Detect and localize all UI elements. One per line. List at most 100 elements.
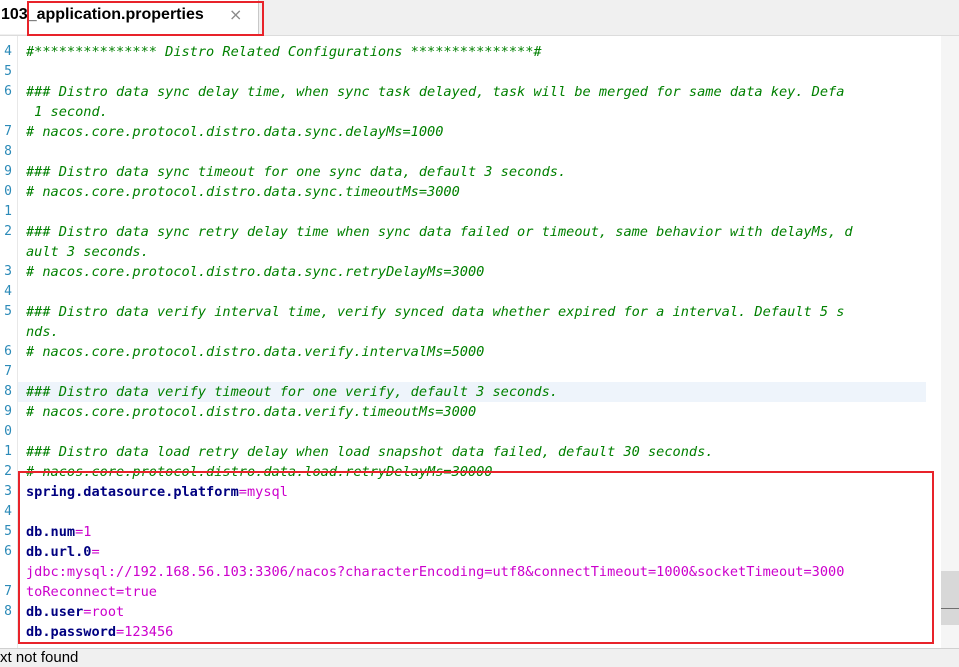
code-token: ### Distro data verify timeout for one v…: [26, 384, 558, 400]
line-number: 0: [4, 424, 12, 439]
code-line[interactable]: # nacos.core.protocol.distro.data.verify…: [18, 402, 926, 422]
code-token: # nacos.core.protocol.distro.data.verify…: [26, 404, 477, 420]
code-token: spring.datasource.platform: [26, 484, 239, 500]
code-line[interactable]: ### Distro data verify interval time, ve…: [18, 302, 926, 322]
code-line[interactable]: db.num=1: [18, 522, 926, 542]
code-line-text: spring.datasource.platform=mysql: [26, 482, 288, 502]
line-number: 2: [4, 464, 12, 479]
code-line[interactable]: ault 3 seconds.: [18, 242, 926, 262]
code-line[interactable]: # nacos.core.protocol.distro.data.load.r…: [18, 462, 926, 482]
code-token: ### Distro data load retry delay when lo…: [26, 444, 714, 460]
code-line-text: 1 second.: [26, 102, 108, 122]
code-line[interactable]: [18, 422, 926, 442]
code-line[interactable]: ### Distro data sync timeout for one syn…: [18, 162, 926, 182]
code-line[interactable]: spring.datasource.platform=mysql: [18, 482, 926, 502]
line-number: 4: [4, 284, 12, 299]
line-number: 2: [4, 224, 12, 239]
code-token: =: [91, 544, 100, 560]
code-line[interactable]: ### Distro data load retry delay when lo…: [18, 442, 926, 462]
code-line-text: jdbc:mysql://192.168.56.103:3306/nacos?c…: [26, 562, 844, 582]
code-token: nds.: [26, 324, 59, 340]
code-line[interactable]: jdbc:mysql://192.168.56.103:3306/nacos?c…: [18, 562, 926, 582]
line-number: [0, 102, 12, 122]
code-line[interactable]: [18, 282, 926, 302]
code-line[interactable]: [18, 142, 926, 162]
code-line-text: toReconnect=true: [26, 582, 157, 602]
code-token: ### Distro data sync retry delay time wh…: [26, 224, 853, 240]
code-token: db.password: [26, 624, 117, 640]
line-number: 3: [4, 484, 12, 499]
scroll-thumb[interactable]: [941, 571, 959, 625]
tab-bar: 103_application.properties ×: [0, 0, 959, 36]
code-line-text: # nacos.core.protocol.distro.data.verify…: [26, 402, 476, 422]
code-line[interactable]: toReconnect=true: [18, 582, 926, 602]
code-line[interactable]: db.user=root: [18, 602, 926, 622]
code-token: 1 second.: [26, 104, 108, 120]
code-line[interactable]: # nacos.core.protocol.distro.data.sync.r…: [18, 262, 926, 282]
code-line[interactable]: 1 second.: [18, 102, 926, 122]
code-token: ### Distro data sync delay time, when sy…: [26, 84, 845, 100]
line-number: 5: [4, 64, 12, 79]
editor[interactable]: 4567890123456789012345678 #*************…: [0, 36, 959, 648]
code-line[interactable]: [18, 62, 926, 82]
code-line[interactable]: # nacos.core.protocol.distro.data.sync.t…: [18, 182, 926, 202]
code-token: ### Distro data sync timeout for one syn…: [26, 164, 567, 180]
code-line[interactable]: # nacos.core.protocol.distro.data.sync.d…: [18, 122, 926, 142]
code-line[interactable]: #*************** Distro Related Configur…: [18, 42, 926, 62]
code-token: root: [91, 604, 125, 620]
line-number: 0: [4, 184, 12, 199]
code-line[interactable]: [18, 202, 926, 222]
code-token: db.num: [26, 524, 76, 540]
code-line[interactable]: [18, 362, 926, 382]
code-line-text: # nacos.core.protocol.distro.data.sync.t…: [26, 182, 460, 202]
line-number: 4: [4, 504, 12, 519]
line-number: 1: [4, 204, 12, 219]
line-number: 8: [4, 384, 12, 399]
line-number: [0, 322, 12, 342]
line-number: 8: [4, 144, 12, 159]
code-token: 123456: [124, 624, 174, 640]
code-line-text: # nacos.core.protocol.distro.data.load.r…: [26, 462, 493, 482]
code-line-text: ### Distro data verify timeout for one v…: [26, 382, 558, 402]
code-line[interactable]: db.url.0=: [18, 542, 926, 562]
line-number: 1: [4, 444, 12, 459]
code-line-text: # nacos.core.protocol.distro.data.sync.d…: [26, 122, 443, 142]
line-number: 6: [4, 84, 12, 99]
code-token: # nacos.core.protocol.distro.data.sync.t…: [26, 184, 460, 200]
code-line-text: ### Distro data load retry delay when lo…: [26, 442, 713, 462]
code-line[interactable]: db.password=123456: [18, 622, 926, 642]
text-area[interactable]: #*************** Distro Related Configur…: [17, 36, 943, 648]
code-line-text: db.password=123456: [26, 622, 173, 642]
code-line[interactable]: # nacos.core.protocol.distro.data.verify…: [18, 342, 926, 362]
line-number: 6: [4, 344, 12, 359]
code-token: toReconnect=true: [26, 584, 157, 600]
code-token: # nacos.core.protocol.distro.data.load.r…: [26, 464, 493, 480]
code-token: # nacos.core.protocol.distro.data.verify…: [26, 344, 485, 360]
code-line[interactable]: ### Distro data verify timeout for one v…: [18, 382, 926, 402]
code-token: db.url.0: [26, 544, 92, 560]
code-token: # nacos.core.protocol.distro.data.sync.d…: [26, 124, 444, 140]
code-token: ault 3 seconds.: [26, 244, 149, 260]
code-line[interactable]: ### Distro data sync delay time, when sy…: [18, 82, 926, 102]
scroll-marker: [941, 608, 959, 609]
code-line-text: ### Distro data sync retry delay time wh…: [26, 222, 853, 242]
line-number: 7: [4, 124, 12, 139]
line-number: 4: [4, 44, 12, 59]
close-icon[interactable]: ×: [229, 5, 242, 24]
code-line-text: ### Distro data sync delay time, when sy…: [26, 82, 844, 102]
line-number: 7: [4, 364, 12, 379]
code-line[interactable]: ### Distro data sync retry delay time wh…: [18, 222, 926, 242]
line-number: 7: [4, 584, 12, 599]
tab-application-properties[interactable]: 103_application.properties ×: [0, 0, 259, 34]
code-line[interactable]: [18, 502, 926, 522]
vertical-scrollbar[interactable]: [941, 36, 959, 648]
status-message: xt not found: [0, 649, 79, 666]
code-token: =: [238, 484, 247, 500]
code-line[interactable]: nds.: [18, 322, 926, 342]
code-line-text: ### Distro data sync timeout for one syn…: [26, 162, 566, 182]
code-token: # nacos.core.protocol.distro.data.sync.r…: [26, 264, 485, 280]
code-token: db.user: [26, 604, 84, 620]
code-token: mysql: [246, 484, 288, 500]
line-number: 3: [4, 264, 12, 279]
status-bar: xt not found: [0, 648, 959, 667]
